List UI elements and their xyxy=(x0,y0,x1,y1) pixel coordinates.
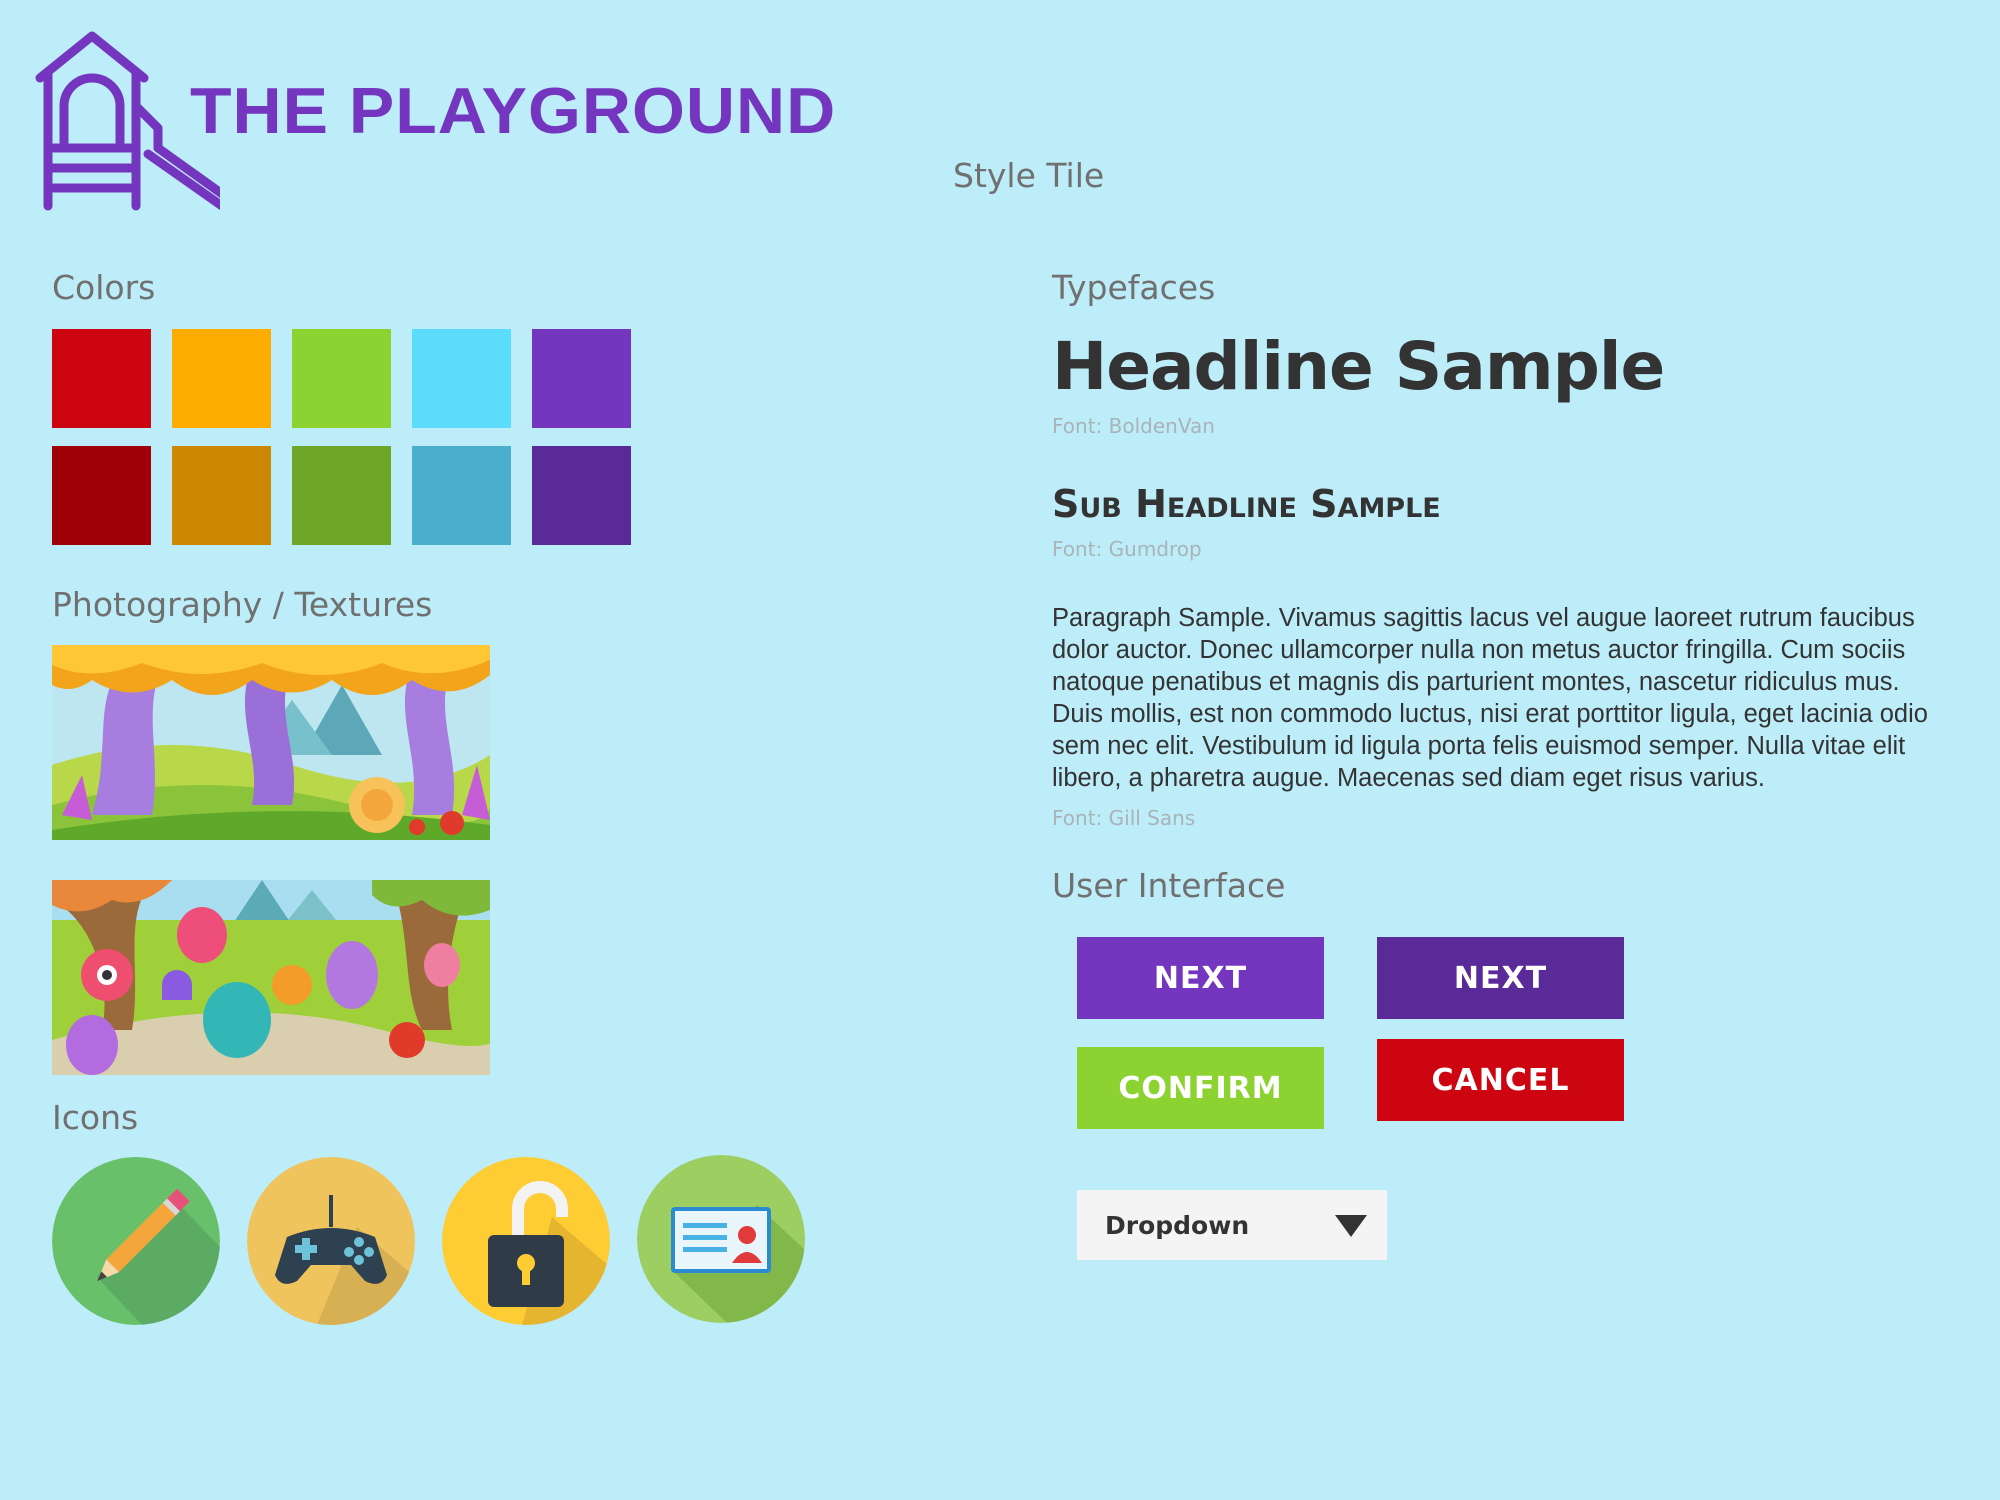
chevron-down-icon xyxy=(1335,1215,1367,1237)
color-swatch xyxy=(532,446,631,545)
headline-font-note: Font: BoldenVan xyxy=(1052,414,1215,438)
id-card-icon xyxy=(637,1155,805,1323)
confirm-button[interactable]: CONFIRM xyxy=(1077,1047,1324,1129)
photography-heading: Photography / Textures xyxy=(52,585,433,624)
color-swatch xyxy=(52,329,151,428)
style-tile-title: Style Tile xyxy=(953,156,1105,195)
typefaces-heading: Typefaces xyxy=(1052,268,1216,307)
monsters-texture-image xyxy=(52,880,490,1075)
unlocked-padlock-icon xyxy=(442,1157,610,1325)
paragraph-font-note: Font: Gill Sans xyxy=(1052,806,1196,830)
next-button-hover[interactable]: NEXT xyxy=(1377,937,1624,1019)
color-swatch xyxy=(412,446,511,545)
headline-sample: Headline Sample xyxy=(1052,328,1665,405)
colors-heading: Colors xyxy=(52,268,156,307)
gamepad-icon xyxy=(247,1157,415,1325)
forest-texture-image xyxy=(52,645,490,840)
color-swatch xyxy=(532,329,631,428)
next-button[interactable]: NEXT xyxy=(1077,937,1324,1019)
color-swatch xyxy=(52,446,151,545)
color-swatch xyxy=(292,329,391,428)
user-interface-heading: User Interface xyxy=(1052,866,1286,905)
brand-title: THE PLAYGROUND xyxy=(190,74,837,148)
subheadline-sample: Sub Headline Sample xyxy=(1052,482,1441,526)
dropdown-select[interactable]: Dropdown xyxy=(1077,1190,1387,1260)
icons-heading: Icons xyxy=(52,1098,139,1137)
cancel-button[interactable]: CANCEL xyxy=(1377,1039,1624,1121)
color-swatch xyxy=(412,329,511,428)
dropdown-label: Dropdown xyxy=(1105,1210,1250,1240)
pencil-icon xyxy=(52,1157,220,1325)
color-swatch xyxy=(172,446,271,545)
paragraph-sample: Paragraph Sample. Vivamus sagittis lacus… xyxy=(1052,604,1928,792)
color-swatch xyxy=(292,446,391,545)
color-swatch xyxy=(172,329,271,428)
subheadline-font-note: Font: Gumdrop xyxy=(1052,537,1202,561)
